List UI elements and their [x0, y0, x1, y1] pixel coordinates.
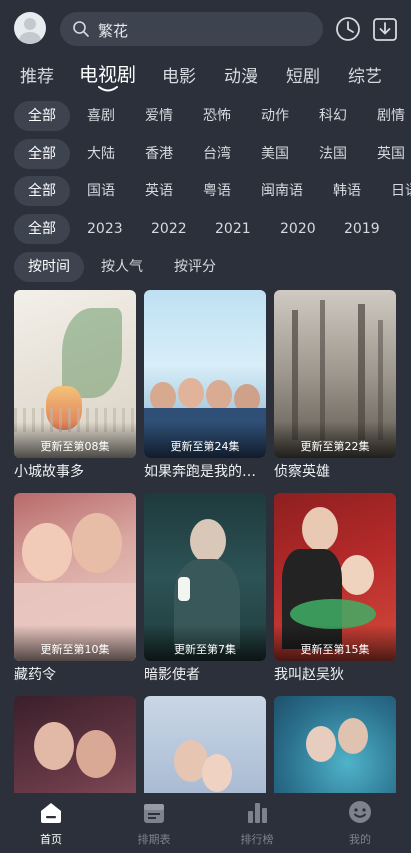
- filter-chip[interactable]: 2021: [215, 214, 251, 244]
- filter-chip[interactable]: 闽南语: [261, 176, 303, 206]
- filter-chip[interactable]: 剧情: [377, 101, 405, 131]
- filter-chip[interactable]: 恐怖: [203, 101, 231, 131]
- filter-chip[interactable]: 爱情: [145, 101, 173, 131]
- show-poster: 更新至第08集: [14, 290, 136, 458]
- filter-chip[interactable]: 2020: [280, 214, 316, 244]
- show-poster: 更新至第10集: [14, 493, 136, 661]
- home-icon: [41, 803, 61, 823]
- avatar-head: [24, 18, 36, 30]
- tab-movies[interactable]: 电影: [162, 62, 196, 87]
- tab-tv-series[interactable]: 电视剧: [79, 60, 136, 87]
- episode-badge: 更新至第7集: [174, 643, 236, 656]
- filter-chip[interactable]: 韩语: [333, 176, 361, 206]
- show-poster: 更新至第15集: [274, 493, 396, 661]
- filter-chip[interactable]: 科幻: [319, 101, 347, 131]
- sort-row: 按时间 按人气 按评分: [0, 252, 411, 284]
- top-bar: 繁花: [0, 0, 411, 56]
- filter-chip[interactable]: 全部: [14, 101, 70, 131]
- bottom-navigation: 首页 排期表 排行榜 我的: [0, 793, 411, 853]
- sort-by-time[interactable]: 按时间: [14, 252, 84, 282]
- filter-chip[interactable]: 全部: [14, 139, 70, 169]
- show-title: 侦察英雄: [274, 464, 330, 480]
- search-icon: [73, 21, 89, 37]
- show-title: 暗影使者: [144, 667, 200, 683]
- avatar[interactable]: [14, 12, 46, 44]
- history-clock-icon[interactable]: [334, 15, 362, 43]
- tab-recommend[interactable]: 推荐: [20, 62, 54, 87]
- episode-badge: 更新至第15集: [300, 643, 370, 656]
- show-title: 小城故事多: [14, 464, 84, 480]
- show-title: 我叫赵吴狄: [274, 667, 344, 683]
- show-title: 如果奔跑是我的人生: [144, 464, 268, 480]
- filter-chip[interactable]: 动作: [261, 101, 289, 131]
- filter-chip[interactable]: 香港: [145, 139, 173, 169]
- nav-label: 排期表: [137, 833, 171, 846]
- episode-badge: 更新至第10集: [40, 643, 110, 656]
- filter-chip[interactable]: 2022: [151, 214, 187, 244]
- filter-chip[interactable]: 全部: [14, 176, 70, 206]
- tab-anime[interactable]: 动漫: [224, 62, 258, 87]
- filter-chip[interactable]: 法国: [319, 139, 347, 169]
- filter-chip[interactable]: 美国: [261, 139, 289, 169]
- show-poster: 更新至第7集: [144, 493, 266, 661]
- filter-chip[interactable]: 英国: [377, 139, 405, 169]
- download-icon[interactable]: [371, 15, 399, 43]
- nav-schedule[interactable]: 排期表: [119, 799, 189, 847]
- smile-icon: [349, 801, 371, 823]
- bar-chart-icon: [248, 803, 267, 823]
- episode-badge: 更新至第22集: [300, 440, 370, 453]
- filter-chip[interactable]: 2023: [87, 214, 123, 244]
- filter-chip[interactable]: 大陆: [87, 139, 115, 169]
- filter-chip[interactable]: 粤语: [203, 176, 231, 206]
- nav-label: 排行榜: [240, 833, 274, 846]
- nav-ranking[interactable]: 排行榜: [222, 799, 292, 847]
- filter-chip[interactable]: 喜剧: [87, 101, 115, 131]
- filter-row-genre: 全部 喜剧 爱情 恐怖 动作 科幻 剧情: [0, 101, 411, 133]
- tab-short-drama[interactable]: 短剧: [286, 62, 320, 87]
- filter-chip[interactable]: 日语: [391, 176, 411, 206]
- filter-chip[interactable]: 2019: [344, 214, 380, 244]
- sort-by-rating[interactable]: 按评分: [174, 252, 216, 282]
- sort-by-popularity[interactable]: 按人气: [101, 252, 143, 282]
- search-input[interactable]: 繁花: [98, 20, 128, 41]
- show-title: 藏药令: [14, 667, 56, 683]
- episode-badge: 更新至第24集: [170, 440, 240, 453]
- show-poster: 更新至第22集: [274, 290, 396, 458]
- tab-active-indicator: [98, 86, 118, 92]
- filter-row-region: 全部 大陆 香港 台湾 美国 法国 英国: [0, 139, 411, 171]
- category-tabs: 推荐 电视剧 电影 动漫 短剧 综艺: [0, 56, 411, 92]
- nav-label: 我的: [349, 833, 371, 846]
- calendar-icon: [144, 804, 164, 823]
- filter-chip[interactable]: 台湾: [203, 139, 231, 169]
- episode-badge: 更新至第08集: [40, 440, 110, 453]
- avatar-body: [19, 32, 41, 44]
- filter-chip[interactable]: 国语: [87, 176, 115, 206]
- filter-chip[interactable]: 英语: [145, 176, 173, 206]
- search-bar[interactable]: 繁花: [60, 12, 323, 46]
- filter-row-language: 全部 国语 英语 粤语 闽南语 韩语 日语: [0, 176, 411, 208]
- tab-variety[interactable]: 综艺: [348, 62, 382, 87]
- nav-label: 首页: [40, 833, 62, 846]
- filter-row-year: 全部 2023 2022 2021 2020 2019: [0, 214, 411, 246]
- nav-profile[interactable]: 我的: [325, 799, 395, 847]
- nav-home[interactable]: 首页: [16, 799, 86, 847]
- show-poster: 更新至第24集: [144, 290, 266, 458]
- filter-chip[interactable]: 全部: [14, 214, 70, 244]
